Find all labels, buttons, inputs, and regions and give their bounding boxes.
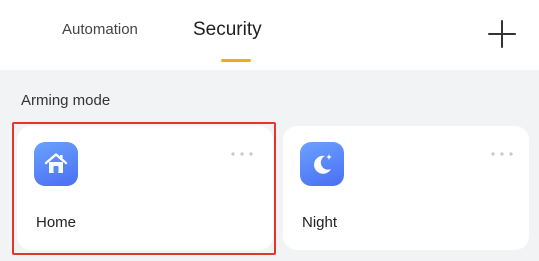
home-icon (34, 142, 78, 186)
arming-mode-section: Arming mode Home Night (0, 70, 539, 261)
active-tab-indicator (221, 59, 251, 62)
more-icon[interactable] (229, 150, 255, 158)
tab-automation[interactable]: Automation (62, 21, 138, 38)
arming-mode-card-night[interactable]: Night (283, 126, 529, 250)
add-button[interactable] (486, 18, 518, 50)
moon-icon (300, 142, 344, 186)
plus-icon (488, 20, 516, 48)
top-tab-bar: Automation Security (0, 0, 539, 70)
arming-mode-label-night: Night (302, 214, 338, 231)
arming-mode-label-home: Home (36, 214, 77, 231)
tab-security[interactable]: Security (193, 19, 262, 41)
section-title: Arming mode (21, 92, 111, 109)
more-icon[interactable] (489, 150, 515, 158)
arming-mode-card-home[interactable]: Home (17, 126, 273, 250)
